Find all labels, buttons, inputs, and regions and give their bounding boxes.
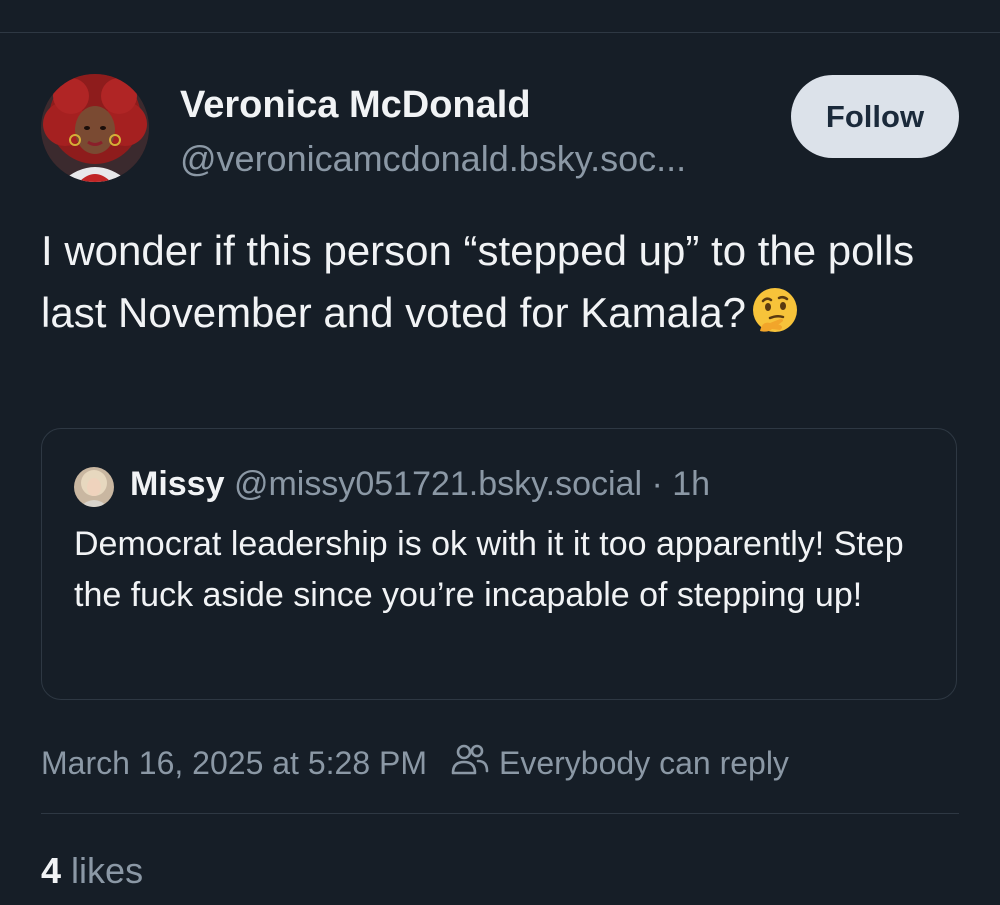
quoted-post[interactable]: Missy @missy051721.bsky.social · 1h Demo… [41, 428, 957, 700]
reply-setting-label: Everybody can reply [499, 744, 789, 781]
post: Veronica McDonald @veronicamcdonald.bsky… [41, 74, 959, 891]
follow-button[interactable]: Follow [791, 75, 959, 158]
quote-text: Democrat leadership is ok with it it too… [74, 525, 904, 614]
author-avatar-image [41, 74, 149, 182]
top-divider [0, 32, 1000, 33]
quote-author-avatar[interactable] [74, 467, 114, 507]
likes-row[interactable]: 4 likes [41, 850, 143, 892]
post-text: I wonder if this person “stepped up” to … [41, 220, 941, 352]
quote-author-handle[interactable]: @missy051721.bsky.social [234, 465, 642, 503]
quote-author-name[interactable]: Missy [130, 465, 225, 503]
author-display-name[interactable]: Veronica McDonald [180, 84, 531, 127]
quote-separator: · [651, 465, 663, 503]
likes-count: 4 [41, 850, 62, 891]
post-meta-row: March 16, 2025 at 5:28 PM Everybody can … [41, 742, 789, 784]
quote-author-avatar-image [74, 467, 114, 507]
likes-label: likes [71, 850, 144, 891]
post-timestamp[interactable]: March 16, 2025 at 5:28 PM [41, 745, 427, 782]
quote-header: Missy @missy051721.bsky.social · 1h [130, 465, 710, 504]
likes-divider [41, 813, 959, 814]
reply-setting: Everybody can reply [451, 742, 789, 784]
author-avatar[interactable] [41, 74, 149, 182]
post-author-row: Veronica McDonald @veronicamcdonald.bsky… [41, 74, 959, 184]
thinking-face-emoji-icon [750, 285, 800, 352]
quote-time[interactable]: 1h [672, 465, 710, 503]
people-icon [451, 742, 489, 784]
author-handle[interactable]: @veronicamcdonald.bsky.soc... [180, 138, 686, 180]
